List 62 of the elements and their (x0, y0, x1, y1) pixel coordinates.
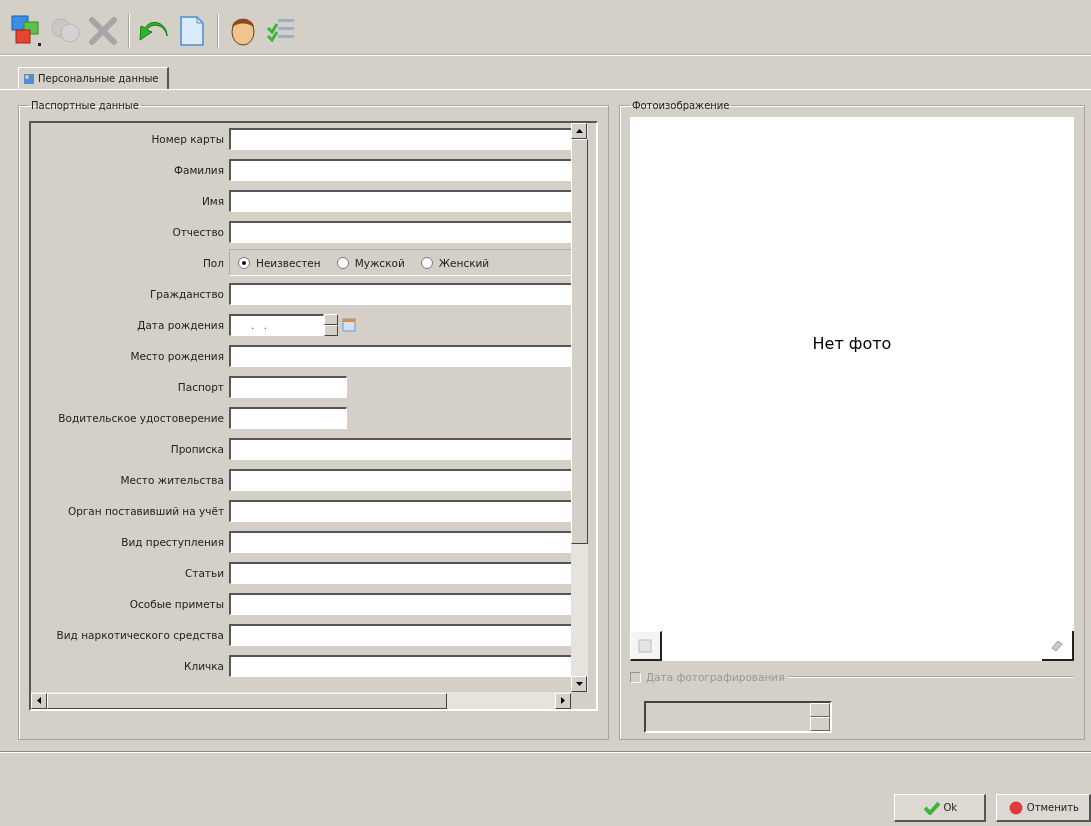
field-label: Место жительства (119, 473, 225, 486)
field-label: Вид наркотического средства (55, 628, 225, 641)
text-field[interactable] (229, 375, 347, 398)
field-label: Прописка (169, 442, 225, 455)
text-field[interactable] (229, 127, 571, 150)
text-field[interactable] (229, 561, 571, 584)
radio-button[interactable] (238, 256, 250, 269)
windows-icon[interactable] (10, 14, 44, 48)
text-field[interactable] (229, 592, 571, 615)
field-label: Пол (201, 256, 225, 269)
text-field[interactable] (229, 654, 571, 677)
field-label: Водительское удостоверение (57, 411, 225, 424)
text-field[interactable] (229, 344, 571, 367)
spin-buttons[interactable] (324, 313, 338, 336)
field-label: Орган поставивший на учёт (66, 504, 225, 517)
text-field[interactable] (229, 468, 571, 491)
down-arrow-icon[interactable] (575, 682, 583, 686)
field-label: Гражданство (148, 287, 225, 300)
radio-button[interactable] (420, 256, 433, 269)
field-label: Место рождения (129, 349, 225, 362)
text-field[interactable] (229, 282, 571, 305)
date-field[interactable]: . . (229, 313, 324, 336)
text-field[interactable] (229, 220, 571, 243)
tab[interactable]: Персональные данные (18, 67, 169, 89)
vertical-scrollbar[interactable] (571, 123, 588, 692)
field-label: Вид преступления (120, 535, 225, 548)
image-icon (638, 638, 653, 653)
ok-button[interactable]: Ok (893, 794, 986, 822)
horizontal-scrollbar[interactable] (31, 692, 571, 709)
group-title: Паспортные данные (30, 100, 140, 111)
cancel-button[interactable]: Отменить (995, 794, 1091, 822)
no-photo-text: Нет фото (812, 333, 892, 353)
text-field[interactable] (229, 189, 571, 212)
load-photo-button[interactable] (629, 631, 662, 661)
field-label: Отчество (171, 225, 225, 238)
radio-button[interactable] (336, 256, 349, 269)
eraser-icon (1050, 638, 1064, 652)
radio-label[interactable]: Женский (438, 256, 490, 269)
text-field[interactable] (229, 623, 571, 646)
radio-label[interactable]: Мужской (354, 256, 405, 269)
text-field[interactable] (229, 406, 347, 429)
field-label: Паспорт (176, 380, 225, 393)
group-title: Фотоизображение (630, 100, 731, 111)
stop-icon (1008, 800, 1023, 815)
field-label: Статьи (184, 566, 225, 579)
field-label: Имя (200, 194, 225, 207)
field-label: Особые приметы (128, 597, 225, 610)
up-arrow-icon[interactable] (575, 129, 583, 133)
radio-label[interactable]: Неизвестен (256, 256, 321, 269)
field-label: Фамилия (172, 163, 225, 176)
text-field[interactable] (229, 499, 571, 522)
right-arrow-icon[interactable] (561, 697, 565, 704)
checkmark-icon (923, 800, 940, 815)
left-arrow-icon[interactable] (37, 697, 41, 704)
text-field[interactable] (229, 437, 571, 460)
field-label: Дата рождения (136, 318, 225, 331)
field-label: Номер карты (150, 132, 225, 145)
text-field[interactable] (229, 158, 571, 181)
text-field[interactable] (229, 530, 571, 553)
card-icon (23, 72, 35, 85)
photo-date-field[interactable] (643, 701, 832, 733)
field-label: Кличка (183, 659, 225, 672)
